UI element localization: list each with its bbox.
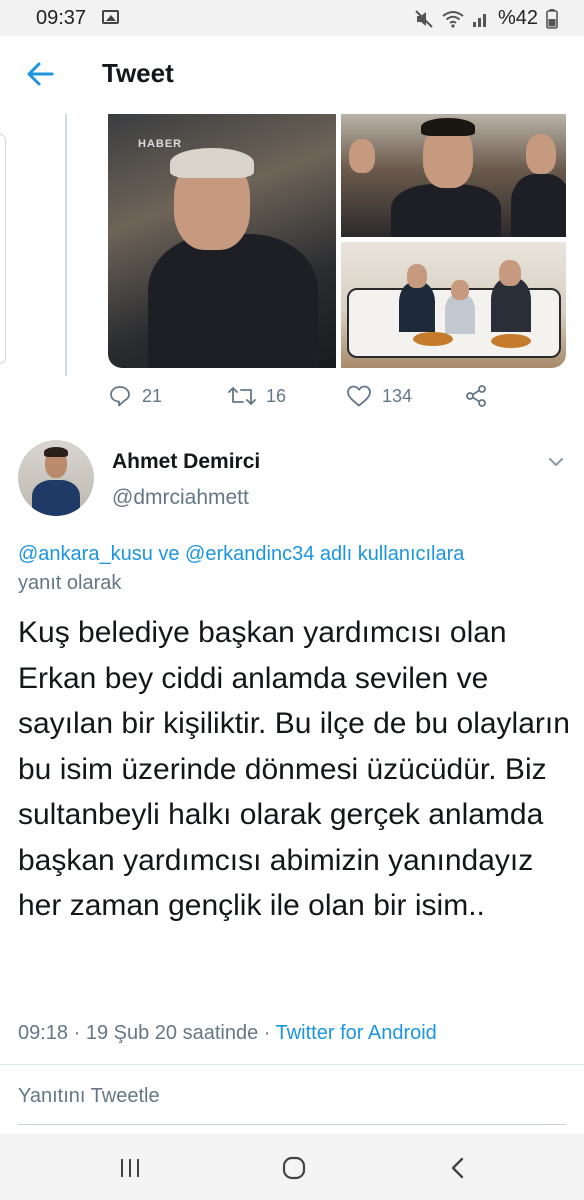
reply-icon [110, 386, 130, 407]
chevron-down-icon[interactable] [548, 456, 564, 468]
previous-tweet-actions: 21 16 134 [108, 380, 548, 416]
divider [0, 1064, 584, 1065]
wifi-icon [442, 10, 464, 28]
retweet-action[interactable]: 16 [228, 384, 286, 408]
author-name[interactable]: Ahmet Demirci [112, 450, 260, 474]
author-handle[interactable]: @dmrciahmett [112, 486, 249, 510]
share-action[interactable] [464, 384, 488, 408]
battery-percent: %42 [497, 7, 538, 29]
status-bar: 09:37 %42 [0, 0, 584, 36]
reply-mentions[interactable]: @ankara_kusu ve @erkandinc34 adlı kullan… [18, 543, 464, 565]
reply-suffix: yanıt olarak [18, 572, 122, 594]
retweet-count: 16 [266, 385, 287, 406]
media-watermark: HABER [138, 138, 183, 150]
share-icon [466, 385, 486, 407]
recent-apps-button[interactable] [110, 1154, 150, 1182]
back-arrow-icon[interactable] [24, 58, 56, 90]
image-notification-icon [102, 10, 119, 24]
back-icon [451, 1157, 464, 1179]
tweet-text: Kuş belediye başkan yardımcısı olan Erka… [18, 616, 570, 922]
tweet-source[interactable]: Twitter for Android [276, 1022, 437, 1044]
back-button[interactable] [438, 1154, 478, 1182]
reply-context: @ankara_kusu ve @erkandinc34 adlı kullan… [18, 540, 570, 598]
recent-apps-icon [121, 1159, 139, 1177]
status-time: 09:37 [36, 7, 87, 29]
home-icon [282, 1156, 306, 1180]
system-nav-bar [0, 1134, 584, 1200]
app-header: Tweet [0, 36, 584, 114]
reply-action[interactable]: 21 [108, 384, 162, 408]
page-title: Tweet [102, 58, 174, 88]
signal-icon [472, 13, 486, 27]
status-icons: %42 [414, 7, 558, 30]
reply-input-underline [18, 1124, 566, 1125]
mute-icon [415, 9, 433, 28]
home-button[interactable] [274, 1154, 314, 1182]
thread-line [65, 114, 67, 376]
like-action[interactable]: 134 [346, 384, 412, 408]
media-grid[interactable]: HABER [108, 114, 566, 368]
retweet-icon [228, 387, 256, 405]
tweet-meta: 09:18 · 19 Şub 20 saatinde · Twitter for… [18, 1022, 437, 1045]
battery-icon [546, 8, 558, 29]
media-photo-2[interactable] [341, 114, 566, 237]
reply-count: 21 [142, 385, 163, 406]
like-count: 134 [382, 385, 413, 406]
media-photo-1[interactable]: HABER [108, 114, 336, 368]
scroll-edge-tab[interactable] [0, 134, 6, 364]
tweet-timestamp: 09:18 · 19 Şub 20 saatinde · [18, 1022, 276, 1044]
reply-input[interactable]: Yanıtını Tweetle [18, 1085, 160, 1108]
heart-icon [347, 385, 371, 407]
media-photo-3[interactable] [341, 242, 566, 368]
avatar[interactable] [18, 440, 94, 516]
